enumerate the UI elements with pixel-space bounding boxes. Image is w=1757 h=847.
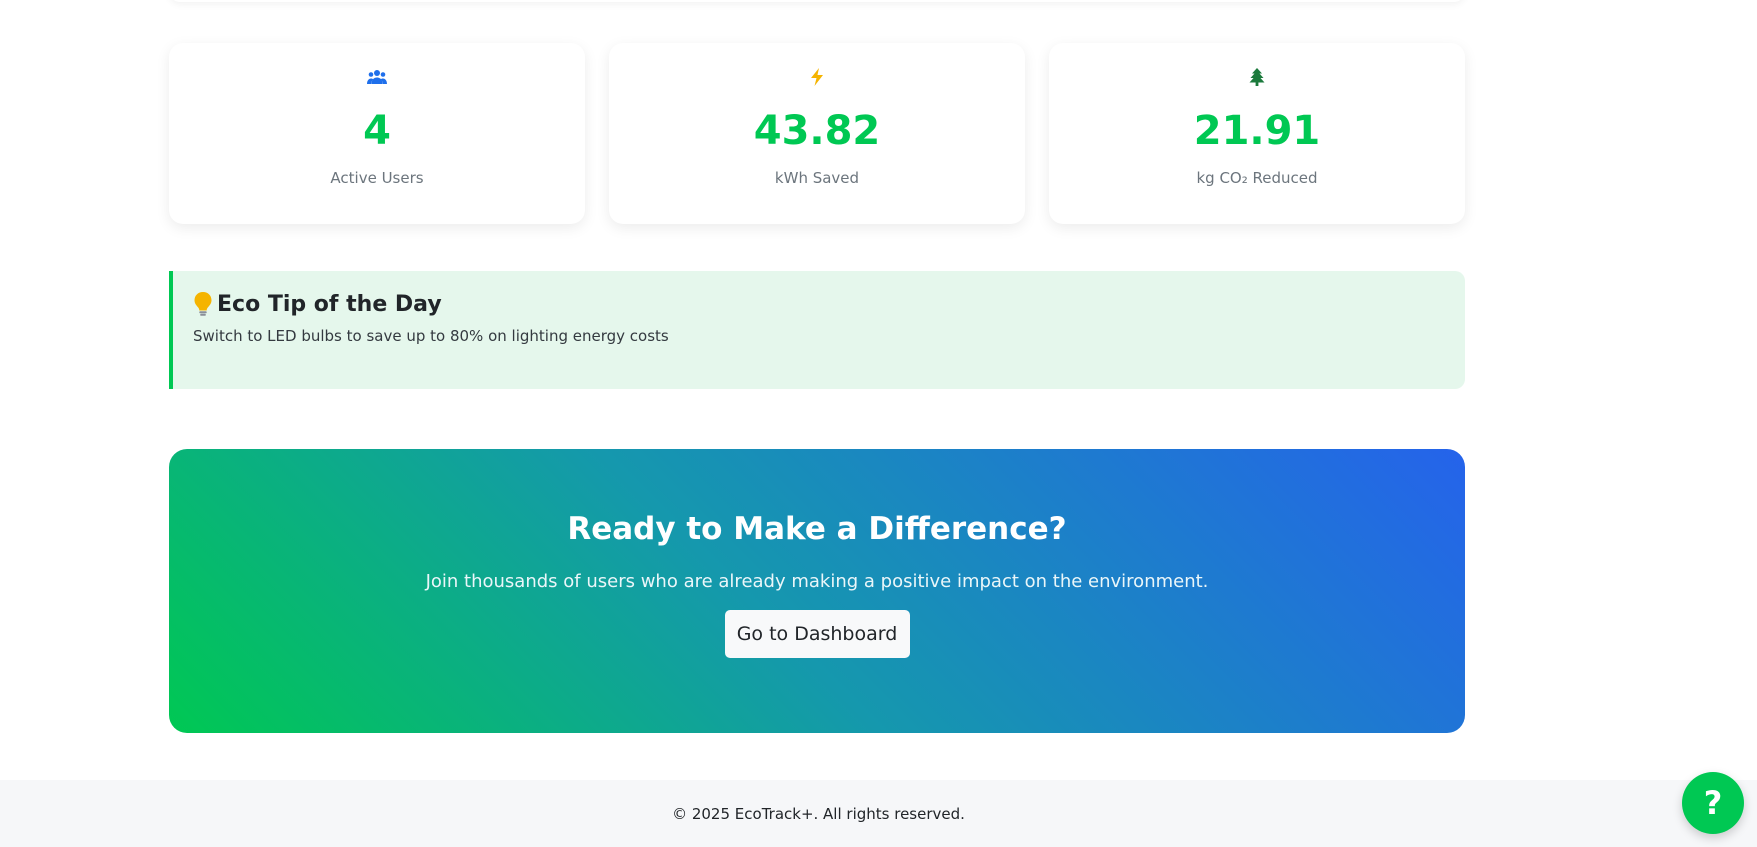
eco-tip-text: Switch to LED bulbs to save up to 80% on… <box>193 327 669 345</box>
help-icon: ? <box>1703 784 1723 822</box>
stat-card-kwh-saved: 43.82 kWh Saved <box>609 43 1025 224</box>
eco-tip-heading: Eco Tip of the Day <box>193 291 1445 317</box>
stat-label: kg CO₂ Reduced <box>1196 169 1318 187</box>
bolt-icon <box>805 65 829 89</box>
footer-copyright: © 2025 EcoTrack+. All rights reserved. <box>672 804 965 823</box>
go-to-dashboard-button[interactable]: Go to Dashboard <box>724 610 910 658</box>
stat-value: 4 <box>363 108 391 154</box>
eco-tip-title: Eco Tip of the Day <box>217 291 442 317</box>
stat-label: kWh Saved <box>774 169 860 187</box>
footer: © 2025 EcoTrack+. All rights reserved. <box>0 780 1757 847</box>
cta-banner: Ready to Make a Difference? Join thousan… <box>169 449 1465 733</box>
lightbulb-icon <box>193 291 213 317</box>
page: 4 Active Users 43.82 kWh Saved 21.91 kg … <box>0 0 1757 847</box>
stat-label: Active Users <box>330 169 424 187</box>
stat-card-active-users: 4 Active Users <box>169 43 585 224</box>
cta-subtitle: Join thousands of users who are already … <box>425 571 1209 592</box>
stat-card-co2-reduced: 21.91 kg CO₂ Reduced <box>1049 43 1465 224</box>
users-icon <box>365 65 389 89</box>
stat-value: 43.82 <box>753 108 881 154</box>
tree-icon <box>1245 65 1269 89</box>
cta-title: Ready to Make a Difference? <box>567 511 1067 547</box>
top-card-fragment <box>169 0 1465 2</box>
stat-value: 21.91 <box>1193 108 1321 154</box>
eco-tip-box: Eco Tip of the Day Switch to LED bulbs t… <box>169 271 1465 389</box>
help-button[interactable]: ? <box>1682 772 1744 834</box>
stats-row: 4 Active Users 43.82 kWh Saved 21.91 kg … <box>169 43 1465 224</box>
